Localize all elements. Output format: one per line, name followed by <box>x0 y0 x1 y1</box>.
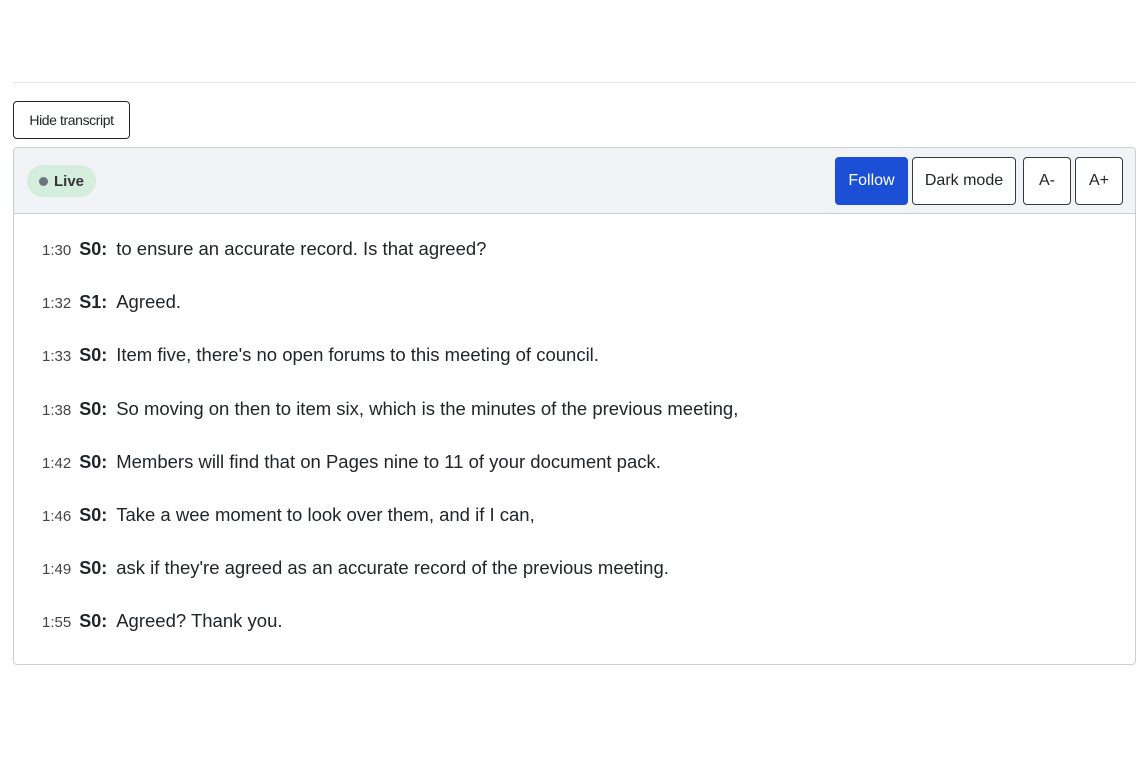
speaker-label: S0: <box>79 611 108 632</box>
decrease-font-button[interactable]: A- <box>1023 157 1071 205</box>
timestamp[interactable]: 1:30 <box>42 242 71 259</box>
live-dot-icon <box>39 176 48 186</box>
timestamp[interactable]: 1:49 <box>42 561 71 578</box>
top-divider <box>13 82 1135 83</box>
timestamp[interactable]: 1:38 <box>42 402 71 419</box>
speaker-label: S0: <box>79 345 108 366</box>
transcript-toolbar: Live Follow Dark mode A- A+ <box>14 148 1135 214</box>
transcript-line: 1:42 S0: Members will find that on Pages… <box>14 448 1135 501</box>
timestamp[interactable]: 1:33 <box>42 348 71 365</box>
timestamp[interactable]: 1:32 <box>42 295 71 312</box>
utterance-text: Agreed. <box>116 291 182 313</box>
transcript-panel: Live Follow Dark mode A- A+ 1:30 S0: to … <box>13 147 1136 665</box>
transcript-line: 1:32 S1: Agreed. <box>14 288 1135 341</box>
speaker-label: S1: <box>79 292 108 313</box>
speaker-label: S0: <box>79 239 108 259</box>
transcript-line: 1:33 S0: Item five, there's no open foru… <box>14 341 1135 394</box>
speaker-label: S0: <box>79 398 108 419</box>
transcript-line: 1:49 S0: ask if they're agreed as an acc… <box>14 554 1135 607</box>
utterance-text: ask if they're agreed as an accurate rec… <box>116 557 669 579</box>
transcript-lines: 1:30 S0: to ensure an accurate record. I… <box>14 214 1135 661</box>
timestamp[interactable]: 1:42 <box>42 455 71 472</box>
utterance-text: Agreed? Thank you. <box>116 610 283 632</box>
speaker-label: S0: <box>79 558 108 579</box>
dark-mode-button[interactable]: Dark mode <box>912 157 1016 205</box>
speaker-label: S0: <box>79 451 108 472</box>
live-badge: Live <box>27 165 97 197</box>
utterance-text: Take a wee moment to look over them, and… <box>116 503 535 525</box>
speaker-label: S0: <box>79 504 108 525</box>
live-label: Live <box>54 172 85 190</box>
follow-button[interactable]: Follow <box>835 157 908 205</box>
utterance-text: to ensure an accurate record. Is that ag… <box>116 238 487 259</box>
transcript-line: 1:46 S0: Take a wee moment to look over … <box>14 501 1135 554</box>
timestamp[interactable]: 1:46 <box>42 508 71 525</box>
increase-font-button[interactable]: A+ <box>1075 157 1123 205</box>
transcript-line: 1:38 S0: So moving on then to item six, … <box>14 395 1135 448</box>
timestamp[interactable]: 1:55 <box>42 614 71 631</box>
utterance-text: Item five, there's no open forums to thi… <box>116 344 599 366</box>
utterance-text: Members will find that on Pages nine to … <box>116 450 661 472</box>
hide-transcript-button[interactable]: Hide transcript <box>13 101 130 139</box>
utterance-text: So moving on then to item six, which is … <box>116 397 739 419</box>
transcript-line: 1:30 S0: to ensure an accurate record. I… <box>14 235 1135 288</box>
transcript-line: 1:55 S0: Agreed? Thank you. <box>14 607 1135 660</box>
